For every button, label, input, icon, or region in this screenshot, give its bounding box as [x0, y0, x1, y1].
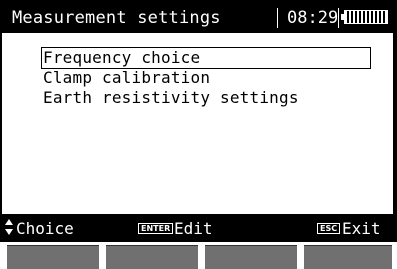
title-separator [277, 8, 278, 28]
page-title: Measurement settings [12, 8, 221, 28]
up-down-arrows-icon [4, 219, 14, 237]
softkey-help-bar: Choice ENTER Edit ESC Exit [2, 214, 393, 242]
edit-hint: Edit [174, 219, 213, 238]
exit-hint: Exit [342, 219, 381, 238]
battery-full-icon [341, 10, 388, 24]
choice-hint: Choice [16, 219, 74, 238]
menu-item-earth-resistivity-settings[interactable]: Earth resistivity settings [42, 88, 370, 108]
esc-key-badge: ESC [317, 223, 341, 234]
main-panel: Frequency choice Clamp calibration Earth… [2, 33, 393, 214]
clock-time: 08:29 [287, 8, 339, 28]
function-key-2[interactable] [106, 245, 198, 269]
device-screen: Measurement settings 08:29 Frequency cho… [0, 0, 397, 268]
settings-menu: Frequency choice Clamp calibration Earth… [41, 47, 371, 108]
title-separator [338, 8, 339, 28]
title-bar: Measurement settings 08:29 [2, 2, 393, 33]
enter-key-badge: ENTER [138, 223, 174, 234]
menu-item-frequency-choice[interactable]: Frequency choice [41, 47, 371, 69]
function-key-3[interactable] [205, 245, 297, 269]
function-key-1[interactable] [7, 245, 99, 269]
menu-item-clamp-calibration[interactable]: Clamp calibration [42, 68, 370, 88]
function-keys-row [0, 242, 397, 269]
function-key-4[interactable] [304, 245, 392, 269]
